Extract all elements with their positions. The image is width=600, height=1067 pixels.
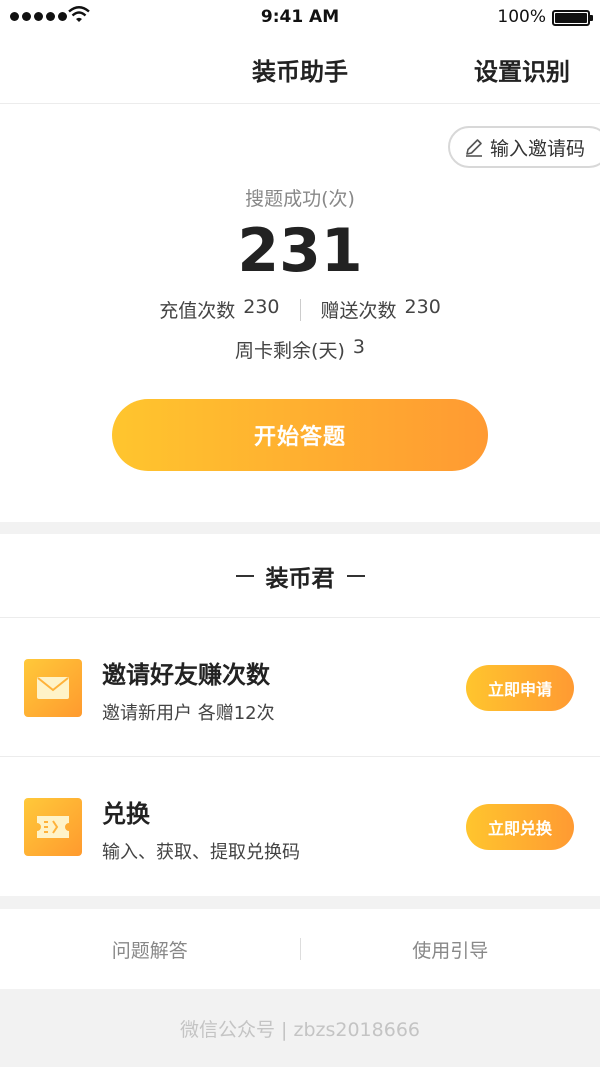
status-bar: 9:41 AM 100% [0,0,600,36]
page-title: 装币助手 [252,58,348,86]
tab-faq[interactable]: 问题解答 [0,936,300,963]
bottom-links: 问题解答 使用引导 [0,909,600,989]
feature-title: 邀请好友赚次数 [102,661,270,689]
dash-right [346,574,365,577]
envelope-icon [24,659,82,717]
recharge-value: 230 [243,296,280,318]
recharge-label: 充值次数 [159,300,236,322]
feature-subtitle: 输入、获取、提取兑换码 [102,842,300,863]
stats-card: 输入邀请码 搜题成功(次) 231 充值次数 230 赠送次数 230 周卡剩余… [0,104,600,522]
pencil-icon [466,139,482,157]
feature-invite: 邀请好友赚次数 邀请新用户 各赠12次 立即申请 [0,619,600,757]
invite-code-button[interactable]: 输入邀请码 [448,126,600,168]
apply-now-button[interactable]: 立即申请 [466,665,574,711]
divider [299,298,301,321]
start-answer-button[interactable]: 开始答题 [112,399,488,471]
count-summary: 充值次数 230 赠送次数 230 [0,296,600,323]
footer-wechat: 微信公众号 | zbzs2018666 [0,989,600,1067]
invite-code-label: 输入邀请码 [490,137,586,160]
zhuangbi-section: 装币君 邀请好友赚次数 邀请新用户 各赠12次 立即申请 兑换 输入、获取、提取… [0,534,600,896]
gift-label: 赠送次数 [320,300,397,322]
ticket-icon [24,798,82,856]
dash-left [235,574,254,577]
gift-value: 230 [404,296,441,318]
section-header: 装币君 [0,534,600,618]
settings-recognition-button[interactable]: 设置识别 [474,52,570,87]
redeem-now-button[interactable]: 立即兑换 [466,804,574,850]
week-card-remaining: 周卡剩余(天) 3 [0,336,600,363]
battery-percent: 100% [497,7,546,27]
search-success-label: 搜题成功(次) [245,188,355,210]
feature-title: 兑换 [102,800,150,828]
tab-guide[interactable]: 使用引导 [301,936,600,963]
feature-subtitle: 邀请新用户 各赠12次 [102,703,275,724]
section-title: 装币君 [265,565,335,592]
search-success-count: 231 [237,216,363,286]
battery-icon [552,10,593,26]
feature-redeem: 兑换 输入、获取、提取兑换码 立即兑换 [0,758,600,896]
week-label: 周卡剩余(天) [235,340,345,362]
nav-bar: 装币助手 设置识别 [0,36,600,104]
week-value: 3 [352,336,365,358]
